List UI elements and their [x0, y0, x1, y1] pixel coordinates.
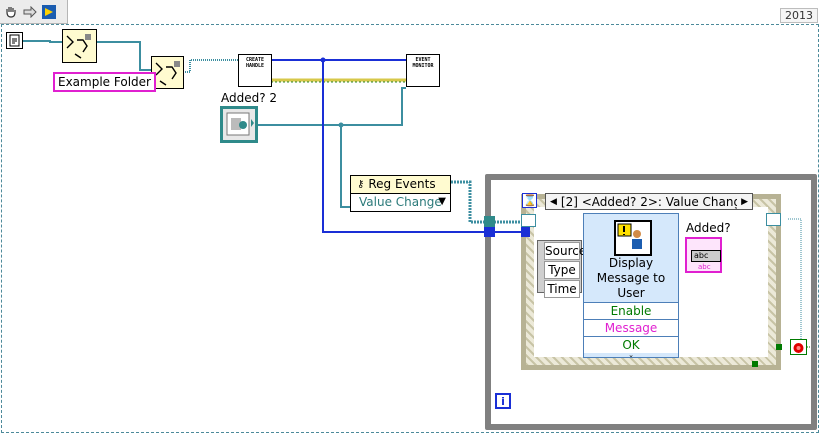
dvr-case-tunnel [521, 227, 530, 237]
dropdown-arrow-icon: ▼ [438, 196, 446, 207]
dynamic-events-out-terminal[interactable] [766, 213, 781, 226]
folder-name-text: Example Folder [58, 75, 151, 89]
stop-tunnel [776, 344, 782, 350]
hourglass-icon[interactable]: ⌛ [522, 193, 537, 208]
event-case-selector-text: [2] <Added? 2>: Value Change [560, 194, 738, 209]
dvr-tunnel [484, 227, 495, 237]
event-data-node[interactable]: Source Type Time [537, 240, 586, 298]
folder-path-constant-icon[interactable] [6, 32, 23, 49]
create-handle-node[interactable]: CREATE HANDLE [238, 54, 272, 87]
added2-refnum-terminal[interactable] [220, 106, 258, 143]
display-message-express-vi[interactable]: Display Message to User Enable Message O… [583, 213, 679, 359]
folder-name-constant[interactable]: Example Folder [53, 72, 156, 92]
ok-tunnel [752, 361, 758, 367]
express-vi-title: Display Message to User [596, 256, 666, 300]
message-terminal[interactable]: Message [584, 319, 678, 336]
event-monitor-text: EVENT MONITOR [412, 57, 434, 69]
type-item[interactable]: Type [544, 261, 580, 279]
register-events-node[interactable]: ⚷ Reg Events Value Change ▼ [350, 175, 451, 212]
dynamic-events-terminal[interactable] [521, 214, 536, 227]
value-change-item[interactable]: Value Change ▼ [351, 194, 450, 211]
key-icon: ⚷ [357, 179, 365, 190]
value-change-text: Value Change [359, 195, 442, 209]
event-monitor-node[interactable]: EVENT MONITOR [406, 54, 440, 87]
event-case-selector[interactable]: ◀ [2] <Added? 2>: Value Change ▶ [545, 193, 753, 210]
stop-terminal[interactable] [790, 339, 807, 355]
reg-events-header: ⚷ Reg Events [351, 176, 450, 194]
abc-tag: abc [698, 263, 711, 271]
abc-value: abc [691, 250, 721, 262]
added2-label: Added? 2 [221, 91, 278, 105]
enable-terminal[interactable]: Enable [584, 302, 678, 319]
increment-arrow-icon[interactable]: ▶ [737, 197, 752, 207]
build-path-node[interactable] [62, 29, 97, 63]
iteration-terminal[interactable]: i [495, 393, 511, 409]
source-item[interactable]: Source [544, 242, 586, 260]
added-indicator-label: Added? [686, 221, 731, 235]
time-item[interactable]: Time [544, 280, 580, 298]
expand-chevron-icon[interactable]: ⌄ [584, 352, 678, 359]
refnum-tunnel [484, 216, 495, 227]
decrement-arrow-icon[interactable]: ◀ [546, 197, 561, 207]
display-message-icon [614, 220, 652, 256]
create-handle-text: CREATE HANDLE [245, 57, 265, 69]
added-string-indicator[interactable]: abc abc [685, 237, 722, 273]
reg-events-text: Reg Events [368, 177, 436, 191]
